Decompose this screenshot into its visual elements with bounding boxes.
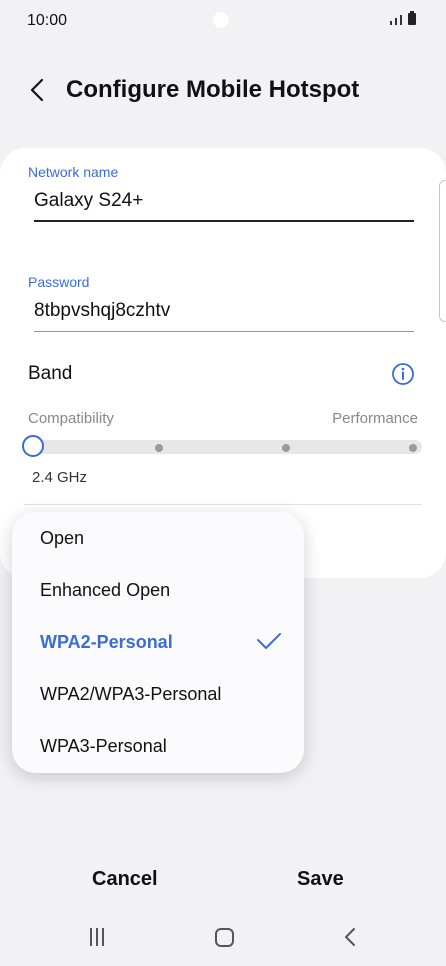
battery-icon [408,11,416,25]
save-button[interactable]: Save [297,868,344,891]
password-input[interactable]: 8tbpvshqj8czhtv [34,300,170,322]
status-bar: 10:00 [0,0,446,42]
password-label: Password [28,274,90,290]
security-option-enhanced-open[interactable]: Enhanced Open [40,580,170,601]
band-slider-track[interactable] [24,440,422,454]
band-slider-thumb[interactable] [22,435,44,457]
cancel-button[interactable]: Cancel [92,868,158,891]
signal-bar [395,18,397,25]
header: Configure Mobile Hotspot [0,68,446,112]
status-icons [390,11,416,25]
camera-cutout [213,12,229,28]
security-option-wpa2-wpa3-personal[interactable]: WPA2/WPA3-Personal [40,684,221,705]
slider-step [409,444,417,452]
security-option-wpa3-personal[interactable]: WPA3-Personal [40,736,167,757]
compatibility-label: Compatibility [28,410,114,427]
security-dropdown: Open Enhanced Open WPA2-Personal WPA2/WP… [12,512,304,773]
network-name-input[interactable]: Galaxy S24+ [34,190,143,212]
divider [24,504,422,505]
nav-back-icon[interactable] [340,926,360,948]
back-arrow-icon[interactable] [24,76,52,104]
status-time: 10:00 [27,12,68,29]
recents-icon[interactable] [90,928,110,948]
navigation-bar [0,912,446,966]
scrollbar[interactable] [439,180,446,322]
info-icon[interactable] [391,362,415,386]
network-name-underline [34,220,414,222]
checkmark-icon [257,633,281,649]
band-label: Band [28,363,73,384]
password-underline [34,331,414,332]
home-icon[interactable] [215,928,234,947]
security-option-open[interactable]: Open [40,528,84,549]
slider-step [155,444,163,452]
page-title: Configure Mobile Hotspot [66,76,360,103]
slider-step [282,444,290,452]
signal-bar [400,15,402,25]
security-option-wpa2-personal[interactable]: WPA2-Personal [40,632,173,653]
network-name-label: Network name [28,164,119,180]
signal-icon [390,21,392,25]
performance-label: Performance [332,410,418,427]
band-value: 2.4 GHz [32,469,88,486]
